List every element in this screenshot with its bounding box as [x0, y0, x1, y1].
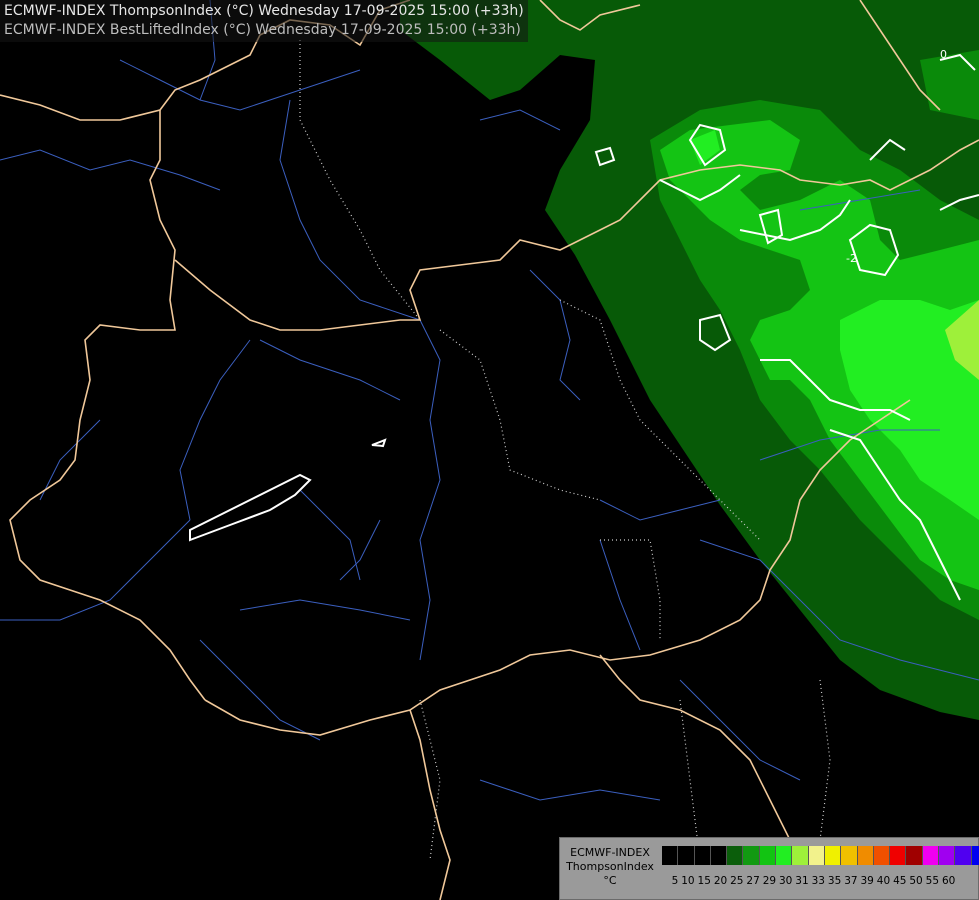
legend-swatch: [955, 846, 972, 865]
legend-tick: 20: [713, 875, 728, 887]
legend-swatch: [678, 846, 695, 865]
legend-tick: 33: [811, 875, 825, 887]
weather-map: -2 0: [0, 0, 979, 900]
legend-tick: 55: [925, 875, 940, 887]
color-legend: ECMWF-INDEX ThompsonIndex °C 5 10 15 20 25 27…: [559, 837, 979, 900]
legend-swatch: [727, 846, 744, 865]
legend-tick: 45: [893, 875, 907, 887]
map-title: ECMWF-INDEX ThompsonIndex (°C) Wednesday…: [0, 0, 528, 42]
legend-tick: 50: [909, 875, 923, 887]
legend-swatch: [971, 846, 979, 865]
legend-tick: 30: [779, 875, 793, 887]
legend-swatch: [808, 846, 825, 865]
legend-swatch: [710, 846, 728, 865]
legend-swatch: [939, 846, 956, 865]
legend-model: ECMWF-INDEX: [570, 846, 650, 859]
legend-swatch: [662, 846, 679, 865]
legend-swatch: [841, 846, 858, 865]
legend-tick: 5: [671, 875, 679, 887]
legend-tick: 25: [730, 875, 744, 887]
legend-swatch: [906, 846, 923, 865]
legend-swatch: [857, 846, 874, 865]
legend-tick: 27: [746, 875, 760, 887]
legend-swatch: [922, 846, 940, 865]
contour-label-minus-two: -2: [846, 252, 857, 265]
legend-tick: 39: [860, 875, 874, 887]
legend-swatch: [776, 846, 793, 865]
legend-swatch: [792, 846, 809, 865]
legend-ticks: 5 10 15 20 25 27 29 30 31 33 35 37 39 40 45 50 55 60: [662, 875, 956, 887]
legend-swatch: [890, 846, 907, 865]
legend-unit: °C: [603, 874, 617, 887]
legend-tick: 10: [681, 875, 695, 887]
legend-swatch: [743, 846, 760, 865]
legend-parameter: ThompsonIndex: [566, 860, 654, 873]
contour-label-zero: 0: [940, 48, 947, 61]
legend-tick: 29: [762, 875, 777, 887]
legend-tick: 15: [697, 875, 711, 887]
title-thompson-index: ECMWF-INDEX ThompsonIndex (°C) Wednesday…: [4, 3, 524, 19]
legend-tick: 31: [795, 875, 809, 887]
legend-tick: 35: [827, 875, 842, 887]
legend-tick: 37: [844, 875, 858, 887]
legend-swatch: [873, 846, 891, 865]
legend-swatch: [694, 846, 711, 865]
legend-swatches: [662, 846, 979, 865]
legend-swatch: [759, 846, 777, 865]
legend-swatch: [824, 846, 842, 865]
legend-tick: 40: [876, 875, 891, 887]
legend-tick: 60: [941, 875, 956, 887]
title-best-lifted-index: ECMWF-INDEX BestLiftedIndex (°C) Wednesd…: [4, 22, 521, 38]
legend-label: ECMWF-INDEX ThompsonIndex °C: [562, 846, 658, 888]
